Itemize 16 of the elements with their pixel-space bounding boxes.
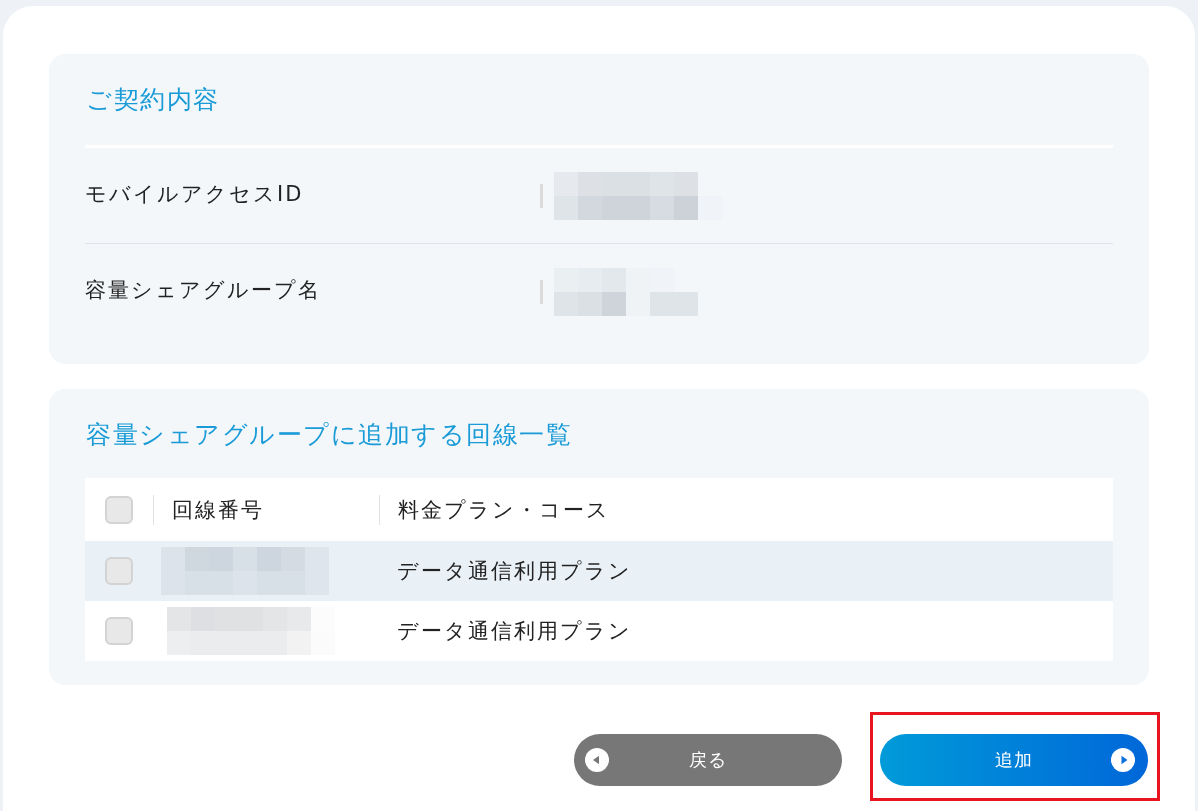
- checkbox[interactable]: [105, 557, 133, 585]
- field-label: 容量シェアグループ名: [85, 276, 321, 304]
- section-title: 容量シェアグループに追加する回線一覧: [86, 419, 572, 451]
- checkbox[interactable]: [105, 617, 133, 645]
- plan-name: データ通信利用プラン: [397, 558, 632, 585]
- plan-name: データ通信利用プラン: [397, 618, 632, 645]
- section-title: ご契約内容: [86, 84, 220, 116]
- table-row[interactable]: データ通信利用プラン: [85, 541, 1113, 601]
- field-label: モバイルアクセスID: [85, 180, 304, 208]
- checkbox[interactable]: [105, 495, 133, 524]
- column-header: 料金プラン・コース: [398, 496, 610, 524]
- right-arrow-circle-icon: [1111, 748, 1135, 772]
- back-button[interactable]: 戻る: [574, 734, 842, 786]
- left-arrow-circle-icon: [585, 748, 609, 772]
- add-button[interactable]: 追加: [880, 734, 1148, 786]
- column-header: 回線番号: [172, 496, 264, 524]
